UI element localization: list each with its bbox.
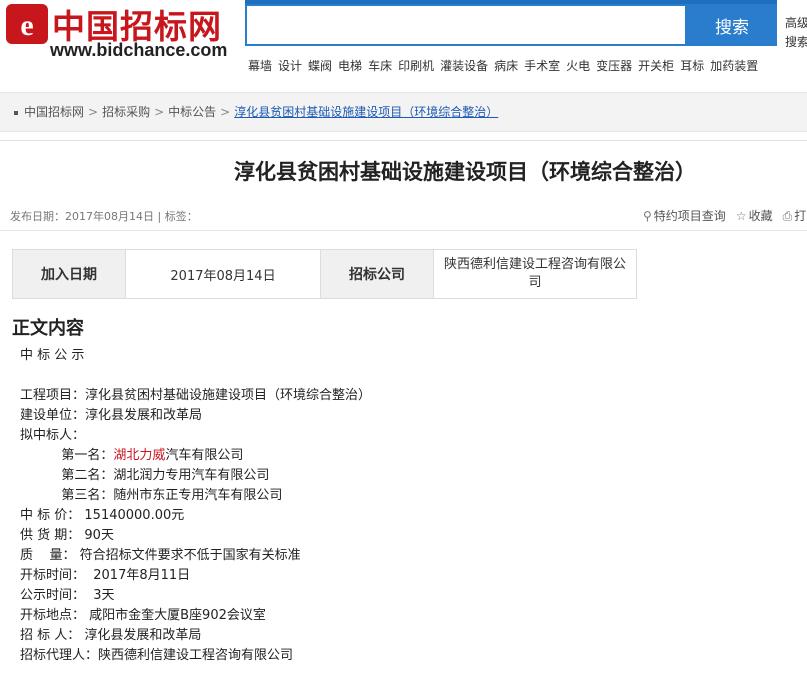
track-project-link[interactable]: 特约项目查询 [654,209,726,223]
hot-word[interactable]: 幕墙 [248,59,272,73]
print-icon: ⎙ [782,209,793,223]
hot-word[interactable]: 火电 [566,59,590,73]
rank1-prefix: 第一名： [61,448,114,463]
unit-line: 建设单位：淳化县发展和改革局 [20,408,203,423]
article-meta: 发布日期：2017年08月14日 | 标签： [10,208,198,224]
rank1-suffix: 汽车有限公司 [165,448,244,463]
hot-word[interactable]: 电梯 [338,59,362,73]
logo-url: www.bidchance.com [50,40,228,60]
search-input[interactable] [247,6,685,44]
hot-word[interactable]: 加药装置 [710,59,758,73]
hot-word[interactable]: 耳标 [680,59,704,73]
article-body: 中 标 公 示 工程项目：淳化县贫困村基础设施建设项目（环境综合整治） 建设单位… [20,346,371,666]
search-box[interactable] [245,4,687,46]
logo-mark-icon: e [6,4,48,44]
hot-word[interactable]: 手术室 [524,59,560,73]
breadcrumb-separator: > [154,105,165,119]
divider [0,230,807,231]
svg-text:e: e [20,9,33,42]
body-heading: 中 标 公 示 [20,348,85,363]
hot-word[interactable]: 车床 [368,59,392,73]
bullet-icon [14,110,18,115]
print-link[interactable]: 打 [794,209,806,223]
breadcrumb-item-home[interactable]: 中国招标网 [24,105,84,119]
site-header: e 中国招标网 www.bidchance.com 搜索 高级 搜索 幕墙 设计蝶… [0,0,807,88]
rank3-line: 第三名：随州市东正专用汽车有限公司 [61,488,283,503]
tags-label: 标签： [164,210,198,223]
quality-line: 质 量： 符合招标文件要求不低于国家有关标准 [20,548,301,563]
meta-separator: | [157,210,165,223]
info-table: 加入日期 2017年08月14日 招标公司 陕西德利信建设工程咨询有限公司 [12,249,637,299]
article-actions: ⚲ 特约项目查询 ☆ 收藏 ⎙ 打 [643,207,806,224]
hot-words: 幕墙 设计 蝶阀 电梯 车床 印刷机 灌装设备 病床 手术室 火电 变压器 开关柜 耳标 加药装置 [248,57,764,74]
search-icon: ⚲ [643,209,652,223]
public-time-line: 公示时间： 3天 [20,588,115,603]
page-title: 淳化县贫困村基础设施建设项目（环境综合整治） [234,159,696,184]
breadcrumb-separator: > [220,105,231,119]
date-value-cell: 2017年08月14日 [125,249,321,299]
company-value-cell: 陕西德利信建设工程咨询有限公司 [433,249,637,299]
advanced-search-text-2: 搜索 [785,35,807,49]
project-line: 工程项目：淳化县贫困村基础设施建设项目（环境综合整治） [20,388,372,403]
hot-word[interactable]: 设计 [278,59,302,73]
hot-word[interactable]: 开关柜 [638,59,674,73]
advanced-search-link[interactable]: 高级 搜索 [785,14,807,52]
star-icon: ☆ [735,209,747,223]
hot-word[interactable]: 病床 [494,59,518,73]
publish-date: 发布日期：2017年08月14日 [10,210,154,223]
delivery-line: 供 货 期： 90天 [20,528,114,543]
section-title: 正文内容 [12,318,84,339]
breadcrumb-item-procurement[interactable]: 招标采购 [102,105,150,119]
breadcrumb: 中国招标网 > 招标采购 > 中标公告 > 淳化县贫困村基础设施建设项目（环境综合整治） [12,103,498,120]
table-row: 加入日期 2017年08月14日 招标公司 陕西德利信建设工程咨询有限公司 [12,249,637,299]
advanced-search-text-1: 高级 [785,16,807,30]
agent-line: 招标代理人：陕西德利信建设工程咨询有限公司 [20,648,294,663]
favorite-link[interactable]: 收藏 [749,209,773,223]
hot-word[interactable]: 印刷机 [398,59,434,73]
hot-word[interactable]: 蝶阀 [308,59,332,73]
date-label-cell: 加入日期 [12,249,126,299]
breadcrumb-item-award[interactable]: 中标公告 [168,105,216,119]
hot-word[interactable]: 灌装设备 [440,59,488,73]
search-button[interactable]: 搜索 [687,4,777,46]
open-time-line: 开标时间： 2017年8月11日 [20,568,191,583]
breadcrumb-current[interactable]: 淳化县贫困村基础设施建设项目（环境综合整治） [234,105,498,119]
breadcrumb-separator: > [88,105,99,119]
company-label-cell: 招标公司 [320,249,434,299]
search-area: 搜索 [245,0,777,52]
price-line: 中 标 价： 15140000.00元 [20,508,185,523]
rank2-line: 第二名：湖北润力专用汽车有限公司 [61,468,270,483]
tenderer-line: 招 标 人： 淳化县发展和改革局 [20,628,202,643]
hot-word[interactable]: 变压器 [596,59,632,73]
rank1-highlight[interactable]: 湖北力威 [113,448,165,463]
breadcrumb-bar: 中国招标网 > 招标采购 > 中标公告 > 淳化县贫困村基础设施建设项目（环境综合整治） [0,92,807,132]
divider [0,140,807,141]
location-line: 开标地点： 咸阳市金奎大厦B座902会议室 [20,608,266,623]
bidder-label: 拟中标人： [20,428,86,443]
site-logo[interactable]: e 中国招标网 www.bidchance.com [6,2,238,60]
